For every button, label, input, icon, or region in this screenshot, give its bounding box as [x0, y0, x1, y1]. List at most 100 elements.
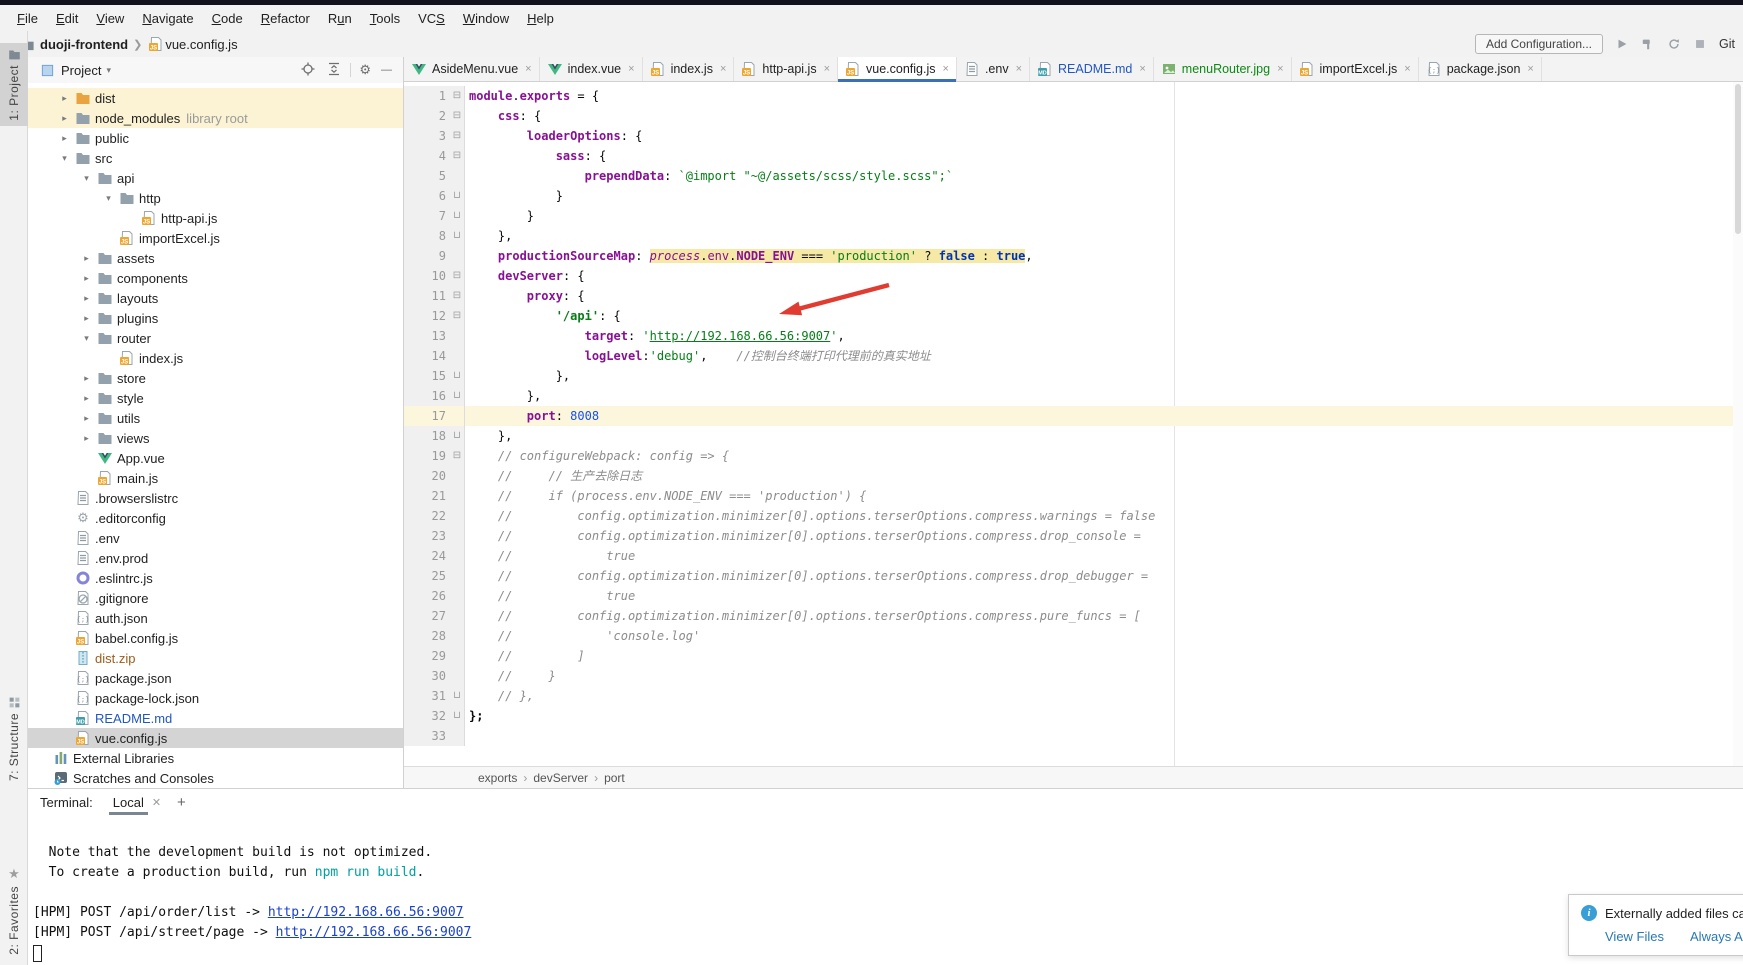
- tree-item--eslintrc-js[interactable]: .eslintrc.js: [28, 568, 404, 588]
- fold-marker[interactable]: ⊔: [450, 386, 465, 406]
- terminal-url-link[interactable]: http://192.168.66.56:9007: [276, 925, 472, 940]
- code-line-12[interactable]: 12⊟ '/api': {: [404, 306, 1743, 326]
- code-line-32[interactable]: 32⊔};: [404, 706, 1743, 726]
- chevron-down-icon[interactable]: ▾: [55, 153, 74, 164]
- fold-marker[interactable]: ⊟: [450, 126, 465, 146]
- menu-item-refactor[interactable]: Refactor: [252, 8, 319, 29]
- code-line-31[interactable]: 31⊔ // },: [404, 686, 1743, 706]
- close-icon[interactable]: ×: [628, 63, 634, 75]
- tree-item-index-js[interactable]: JSindex.js: [28, 348, 404, 368]
- tree-item--gitignore[interactable]: .gitignore: [28, 588, 404, 608]
- notification-action-always-add[interactable]: Always Add: [1690, 929, 1743, 944]
- tree-item--env-prod[interactable]: .env.prod: [28, 548, 404, 568]
- tree-item-external-libraries[interactable]: External Libraries: [28, 748, 404, 768]
- fold-marker[interactable]: ⊔: [450, 186, 465, 206]
- menu-item-run[interactable]: Run: [319, 8, 361, 29]
- close-icon[interactable]: ×: [1016, 63, 1022, 75]
- code-line-24[interactable]: 24 // true: [404, 546, 1743, 566]
- terminal-url-link[interactable]: http://192.168.66.56:9007: [268, 905, 464, 920]
- url-link[interactable]: http://192.168.66.56:9007: [650, 329, 831, 343]
- chevron-right-icon[interactable]: ▸: [55, 113, 74, 124]
- editor-tab-package-json[interactable]: {;}package.json×: [1419, 57, 1542, 81]
- fold-marker[interactable]: ⊔: [450, 426, 465, 446]
- fold-marker[interactable]: ⊔: [450, 226, 465, 246]
- tree-item--env[interactable]: .env: [28, 528, 404, 548]
- chevron-down-icon[interactable]: ▾: [77, 333, 96, 344]
- chevron-right-icon[interactable]: ▸: [77, 273, 96, 284]
- chevron-right-icon[interactable]: ▸: [77, 293, 96, 304]
- fold-marker[interactable]: ⊟: [450, 106, 465, 126]
- add-configuration-button[interactable]: Add Configuration...: [1475, 34, 1603, 54]
- chevron-right-icon[interactable]: ▸: [55, 93, 74, 104]
- stripe-tab----favorites[interactable]: ★2: Favorites: [0, 861, 28, 960]
- tree-item-assets[interactable]: ▸assets: [28, 248, 404, 268]
- fold-marker[interactable]: ⊔: [450, 206, 465, 226]
- tree-item-utils[interactable]: ▸utils: [28, 408, 404, 428]
- code-line-25[interactable]: 25 // config.optimization.minimizer[0].o…: [404, 566, 1743, 586]
- tree-item-babel-config-js[interactable]: JSbabel.config.js: [28, 628, 404, 648]
- code-line-11[interactable]: 11⊟ proxy: {: [404, 286, 1743, 306]
- breadcrumb-devServer[interactable]: devServer: [533, 771, 588, 785]
- tree-item-layouts[interactable]: ▸layouts: [28, 288, 404, 308]
- editor-tab-index-js[interactable]: JSindex.js×: [643, 57, 735, 81]
- code-line-27[interactable]: 27 // config.optimization.minimizer[0].o…: [404, 606, 1743, 626]
- close-icon[interactable]: ✕: [152, 796, 161, 809]
- code-line-9[interactable]: 9 productionSourceMap: process.env.NODE_…: [404, 246, 1743, 266]
- breadcrumb-port[interactable]: port: [604, 771, 625, 785]
- gear-icon[interactable]: ⚙: [359, 62, 371, 78]
- sync-icon[interactable]: [1665, 35, 1683, 53]
- close-icon[interactable]: ×: [824, 63, 830, 75]
- stripe-tab----project[interactable]: 1: Project: [0, 43, 28, 126]
- tree-item-scratches-and-consoles[interactable]: Scratches and Consoles: [28, 768, 404, 788]
- code-line-1[interactable]: 1⊟module.exports = {: [404, 86, 1743, 106]
- fold-marker[interactable]: ⊟: [450, 446, 465, 466]
- tree-item-http[interactable]: ▾http: [28, 188, 404, 208]
- editor-tab-index-vue[interactable]: index.vue×: [540, 57, 643, 81]
- menu-item-view[interactable]: View: [87, 8, 133, 29]
- code-line-26[interactable]: 26 // true: [404, 586, 1743, 606]
- stop-icon[interactable]: [1691, 35, 1709, 53]
- code-line-21[interactable]: 21 // if (process.env.NODE_ENV === 'prod…: [404, 486, 1743, 506]
- code-line-10[interactable]: 10⊟ devServer: {: [404, 266, 1743, 286]
- menu-item-edit[interactable]: Edit: [47, 8, 87, 29]
- locate-icon[interactable]: [300, 61, 316, 80]
- fold-marker[interactable]: ⊟: [450, 86, 465, 106]
- fold-marker[interactable]: ⊔: [450, 706, 465, 726]
- tree-item-dist-zip[interactable]: dist.zip: [28, 648, 404, 668]
- code-line-4[interactable]: 4⊟ sass: {: [404, 146, 1743, 166]
- tree-item-router[interactable]: ▾router: [28, 328, 404, 348]
- code-line-30[interactable]: 30 // }: [404, 666, 1743, 686]
- code-line-15[interactable]: 15⊔ },: [404, 366, 1743, 386]
- menu-item-help[interactable]: Help: [518, 8, 563, 29]
- fold-marker[interactable]: ⊟: [450, 146, 465, 166]
- menu-item-tools[interactable]: Tools: [361, 8, 409, 29]
- tree-item-plugins[interactable]: ▸plugins: [28, 308, 404, 328]
- project-panel-title[interactable]: Project: [61, 63, 101, 78]
- tree-item-http-api-js[interactable]: JShttp-api.js: [28, 208, 404, 228]
- code-line-5[interactable]: 5 prependData: `@import "~@/assets/scss/…: [404, 166, 1743, 186]
- breadcrumb-file[interactable]: vue.config.js: [165, 37, 237, 52]
- chevron-right-icon[interactable]: ▸: [77, 433, 96, 444]
- code-line-23[interactable]: 23 // config.optimization.minimizer[0].o…: [404, 526, 1743, 546]
- code-line-2[interactable]: 2⊟ css: {: [404, 106, 1743, 126]
- tree-item--editorconfig[interactable]: ⚙.editorconfig: [28, 508, 404, 528]
- menu-item-navigate[interactable]: Navigate: [133, 8, 202, 29]
- code-line-6[interactable]: 6⊔ }: [404, 186, 1743, 206]
- git-branch-widget[interactable]: Git: [1719, 37, 1735, 51]
- editor-tab-menurouter-jpg[interactable]: menuRouter.jpg×: [1154, 57, 1292, 81]
- fold-marker[interactable]: ⊟: [450, 306, 465, 326]
- close-icon[interactable]: ×: [1139, 63, 1145, 75]
- code-line-7[interactable]: 7⊔ }: [404, 206, 1743, 226]
- code-line-8[interactable]: 8⊔ },: [404, 226, 1743, 246]
- code-line-18[interactable]: 18⊔ },: [404, 426, 1743, 446]
- tree-item-public[interactable]: ▸public: [28, 128, 404, 148]
- tree-item--browserslistrc[interactable]: .browserslistrc: [28, 488, 404, 508]
- fold-marker[interactable]: ⊔: [450, 686, 465, 706]
- editor-scrollbar-thumb[interactable]: [1735, 84, 1741, 234]
- fold-marker[interactable]: ⊟: [450, 286, 465, 306]
- chevron-down-icon[interactable]: ▾: [106, 65, 111, 76]
- tree-item-views[interactable]: ▸views: [28, 428, 404, 448]
- close-icon[interactable]: ×: [1404, 63, 1410, 75]
- tree-item-style[interactable]: ▸style: [28, 388, 404, 408]
- breadcrumb-exports[interactable]: exports: [478, 771, 517, 785]
